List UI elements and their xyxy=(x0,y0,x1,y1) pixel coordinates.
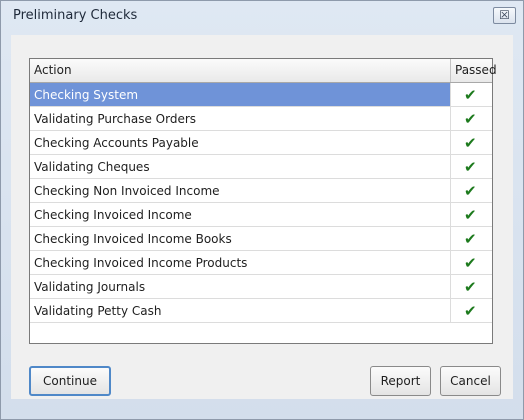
check-icon: ✔ xyxy=(464,302,477,320)
close-icon: ☒ xyxy=(499,8,510,22)
row-action-label: Checking System xyxy=(34,88,139,102)
checks-grid[interactable]: Action Passed Checking System ✔ Validati… xyxy=(29,58,497,344)
table-row[interactable]: Checking Accounts Payable ✔ xyxy=(30,131,492,155)
table-row[interactable]: Validating Cheques ✔ xyxy=(30,155,492,179)
preliminary-checks-dialog: Preliminary Checks ☒ Action Passed Check… xyxy=(0,0,524,420)
row-passed-cell: ✔ xyxy=(450,251,492,274)
check-icon: ✔ xyxy=(464,230,477,248)
row-passed-cell: ✔ xyxy=(450,83,492,106)
check-icon: ✔ xyxy=(464,110,477,128)
row-action-label: Checking Non Invoiced Income xyxy=(34,184,220,198)
report-button[interactable]: Report xyxy=(370,366,431,396)
row-action-label: Validating Purchase Orders xyxy=(34,112,197,126)
row-passed-cell: ✔ xyxy=(450,107,492,130)
row-action-label: Checking Accounts Payable xyxy=(34,136,199,150)
row-action-label: Validating Journals xyxy=(34,280,146,294)
row-action-label: Checking Invoiced Income Books xyxy=(34,232,232,246)
row-passed-cell: ✔ xyxy=(450,203,492,226)
row-action-label: Validating Petty Cash xyxy=(34,304,162,318)
column-header-passed[interactable]: Passed xyxy=(450,59,497,82)
row-passed-cell: ✔ xyxy=(450,155,492,178)
row-action-label: Validating Cheques xyxy=(34,160,150,174)
cancel-button[interactable]: Cancel xyxy=(440,366,501,396)
dialog-body: Action Passed Checking System ✔ Validati… xyxy=(11,35,513,399)
table-row[interactable]: Validating Journals ✔ xyxy=(30,275,492,299)
check-icon: ✔ xyxy=(464,182,477,200)
row-passed-cell: ✔ xyxy=(450,179,492,202)
column-header-action[interactable]: Action xyxy=(34,63,72,77)
check-icon: ✔ xyxy=(464,254,477,272)
row-passed-cell: ✔ xyxy=(450,275,492,298)
table-row[interactable]: Checking System ✔ xyxy=(30,83,492,107)
row-action-label: Checking Invoiced Income xyxy=(34,208,192,222)
check-icon: ✔ xyxy=(464,158,477,176)
table-row[interactable]: Checking Invoiced Income Products ✔ xyxy=(30,251,492,275)
table-row[interactable]: Validating Purchase Orders ✔ xyxy=(30,107,492,131)
table-row[interactable]: Checking Invoiced Income ✔ xyxy=(30,203,492,227)
check-icon: ✔ xyxy=(464,206,477,224)
table-row[interactable]: Validating Petty Cash ✔ xyxy=(30,299,492,323)
check-icon: ✔ xyxy=(464,134,477,152)
check-icon: ✔ xyxy=(464,278,477,296)
check-icon: ✔ xyxy=(464,86,477,104)
title-bar: Preliminary Checks ☒ xyxy=(1,1,523,31)
window-title: Preliminary Checks xyxy=(13,8,138,23)
table-row[interactable]: Checking Invoiced Income Books ✔ xyxy=(30,227,492,251)
row-passed-cell: ✔ xyxy=(450,299,492,322)
continue-button[interactable]: Continue xyxy=(29,366,111,396)
row-passed-cell: ✔ xyxy=(450,131,492,154)
row-passed-cell: ✔ xyxy=(450,227,492,250)
row-action-label: Checking Invoiced Income Products xyxy=(34,256,248,270)
grid-rows: Checking System ✔ Validating Purchase Or… xyxy=(30,83,492,323)
close-button[interactable]: ☒ xyxy=(493,7,516,24)
table-row[interactable]: Checking Non Invoiced Income ✔ xyxy=(30,179,492,203)
grid-header: Action Passed xyxy=(30,59,497,83)
